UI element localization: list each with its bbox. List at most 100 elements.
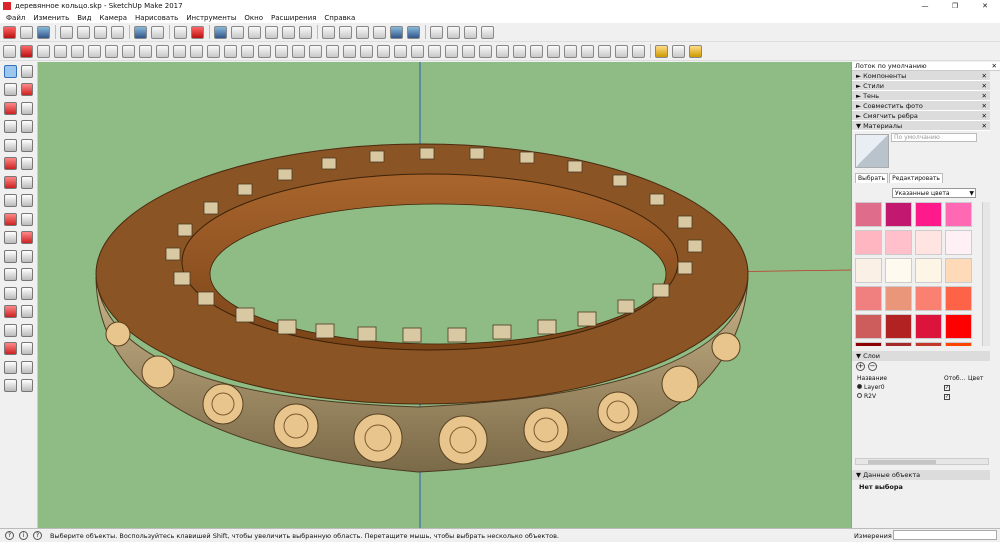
menu-draw[interactable]: Нарисовать	[131, 14, 182, 22]
warehouse-icon[interactable]	[430, 25, 443, 39]
dimension-icon[interactable]	[20, 249, 33, 263]
left-view-icon[interactable]	[299, 25, 312, 39]
section-plane-icon[interactable]	[20, 379, 33, 393]
material-swatch[interactable]	[945, 230, 972, 255]
active-layer-radio[interactable]	[857, 384, 862, 389]
pan-icon[interactable]	[20, 305, 33, 319]
layer-visible-checkbox[interactable]: ✓	[944, 385, 950, 391]
line-tool-icon[interactable]	[4, 101, 17, 115]
plugin-tool-icon[interactable]	[377, 44, 390, 58]
panel-styles[interactable]: ► Стили ✕	[852, 81, 990, 91]
panel-close-icon[interactable]: ✕	[982, 71, 987, 81]
offset-icon[interactable]	[20, 231, 33, 245]
menu-tools[interactable]: Инструменты	[182, 14, 240, 22]
save-icon[interactable]	[37, 25, 50, 39]
plugin-tool-icon[interactable]	[343, 44, 356, 58]
material-swatch[interactable]	[945, 258, 972, 283]
redo-icon[interactable]	[151, 25, 164, 39]
move-icon[interactable]	[4, 194, 17, 208]
previous-view-icon[interactable]	[20, 342, 33, 356]
panel-close-icon[interactable]: ✕	[982, 91, 987, 101]
plugin-tool-icon[interactable]	[394, 44, 407, 58]
material-swatch[interactable]	[945, 342, 972, 346]
front-view-icon[interactable]	[248, 25, 261, 39]
plugin-tool-icon[interactable]	[598, 44, 611, 58]
plugin-tool-icon[interactable]	[275, 44, 288, 58]
plugin-tool-icon[interactable]	[564, 44, 577, 58]
layer-visible-checkbox[interactable]: ✓	[944, 394, 950, 400]
material-swatch[interactable]	[945, 202, 972, 227]
help-icon[interactable]: ?	[33, 531, 42, 540]
material-swatch[interactable]	[855, 342, 882, 346]
box-gold-icon[interactable]	[689, 44, 702, 58]
entity-info-header[interactable]: ▼ Данные объекта	[852, 470, 990, 480]
zoom-icon[interactable]	[4, 323, 17, 337]
plugin-tool-icon[interactable]	[122, 44, 135, 58]
plugin-tool-icon[interactable]	[326, 44, 339, 58]
panel-components[interactable]: ► Компоненты ✕	[852, 71, 990, 81]
add-layer-button[interactable]: +	[856, 362, 865, 371]
share-model-icon[interactable]	[447, 25, 460, 39]
plugin-tool-icon[interactable]	[37, 44, 50, 58]
top-view-icon[interactable]	[231, 25, 244, 39]
plugin-tool-icon[interactable]	[224, 44, 237, 58]
two-point-arc-icon[interactable]	[20, 157, 33, 171]
panel-match-photo[interactable]: ► Совместить фото ✕	[852, 101, 990, 111]
menu-window[interactable]: Окно	[240, 14, 267, 22]
plugin-tool-icon[interactable]	[207, 44, 220, 58]
axes-icon[interactable]	[4, 286, 17, 300]
sandbox-icon[interactable]	[655, 44, 668, 58]
walk-icon[interactable]	[4, 379, 17, 393]
plugin-tool-icon[interactable]	[496, 44, 509, 58]
material-swatch[interactable]	[885, 230, 912, 255]
menu-extensions[interactable]: Расширения	[267, 14, 320, 22]
maximize-button[interactable]: ❐	[940, 0, 970, 12]
material-swatch[interactable]	[915, 202, 942, 227]
right-view-icon[interactable]	[265, 25, 278, 39]
three-point-arc-icon[interactable]	[4, 175, 17, 189]
plugin-tool-icon[interactable]	[88, 44, 101, 58]
wireframe-icon[interactable]	[339, 25, 352, 39]
rotated-rectangle-icon[interactable]	[20, 120, 33, 134]
material-swatch[interactable]	[885, 314, 912, 339]
paste-icon[interactable]	[94, 25, 107, 39]
circle-icon[interactable]	[4, 138, 17, 152]
layers-header[interactable]: ▼ Слои	[852, 351, 990, 361]
pie-icon[interactable]	[20, 175, 33, 189]
rotate-icon[interactable]	[4, 212, 17, 226]
orbit-icon[interactable]	[4, 305, 17, 319]
menu-camera[interactable]: Камера	[95, 14, 131, 22]
material-swatch[interactable]	[855, 258, 882, 283]
layer-row[interactable]: Layer0 ✓	[855, 383, 989, 392]
print-icon[interactable]	[174, 25, 187, 39]
plugin-tool-icon[interactable]	[411, 44, 424, 58]
rectangle-icon[interactable]	[4, 120, 17, 134]
iso-view-icon[interactable]	[214, 25, 227, 39]
material-swatch[interactable]	[885, 258, 912, 283]
plugin-tool-icon[interactable]	[445, 44, 458, 58]
plugin-tool-icon[interactable]	[462, 44, 475, 58]
text-tool-icon[interactable]	[20, 268, 33, 282]
monochrome-icon[interactable]	[407, 25, 420, 39]
plugin-tool-icon[interactable]	[632, 44, 645, 58]
plugin-tool-icon[interactable]	[139, 44, 152, 58]
position-camera-icon[interactable]	[4, 360, 17, 374]
panel-soften-edges[interactable]: ► Смягчить ребра ✕	[852, 111, 990, 121]
copy-icon[interactable]	[77, 25, 90, 39]
credits-icon[interactable]: i	[19, 531, 28, 540]
cut-icon[interactable]	[60, 25, 73, 39]
material-swatch[interactable]	[915, 258, 942, 283]
menu-help[interactable]: Справка	[320, 14, 359, 22]
follow-me-icon[interactable]	[20, 212, 33, 226]
eraser-icon[interactable]	[20, 83, 33, 97]
layers-horizontal-scrollbar[interactable]	[855, 458, 989, 465]
material-name-field[interactable]: По умолчанию	[891, 133, 977, 142]
plugin-tool-icon[interactable]	[241, 44, 254, 58]
tape-measure-icon[interactable]	[4, 249, 17, 263]
protractor-icon[interactable]	[4, 268, 17, 282]
getting-started-icon[interactable]	[3, 25, 16, 39]
material-swatch[interactable]	[915, 342, 942, 346]
select-tool-icon[interactable]	[4, 64, 17, 78]
hidden-line-icon[interactable]	[356, 25, 369, 39]
plugin-tool-icon[interactable]	[479, 44, 492, 58]
